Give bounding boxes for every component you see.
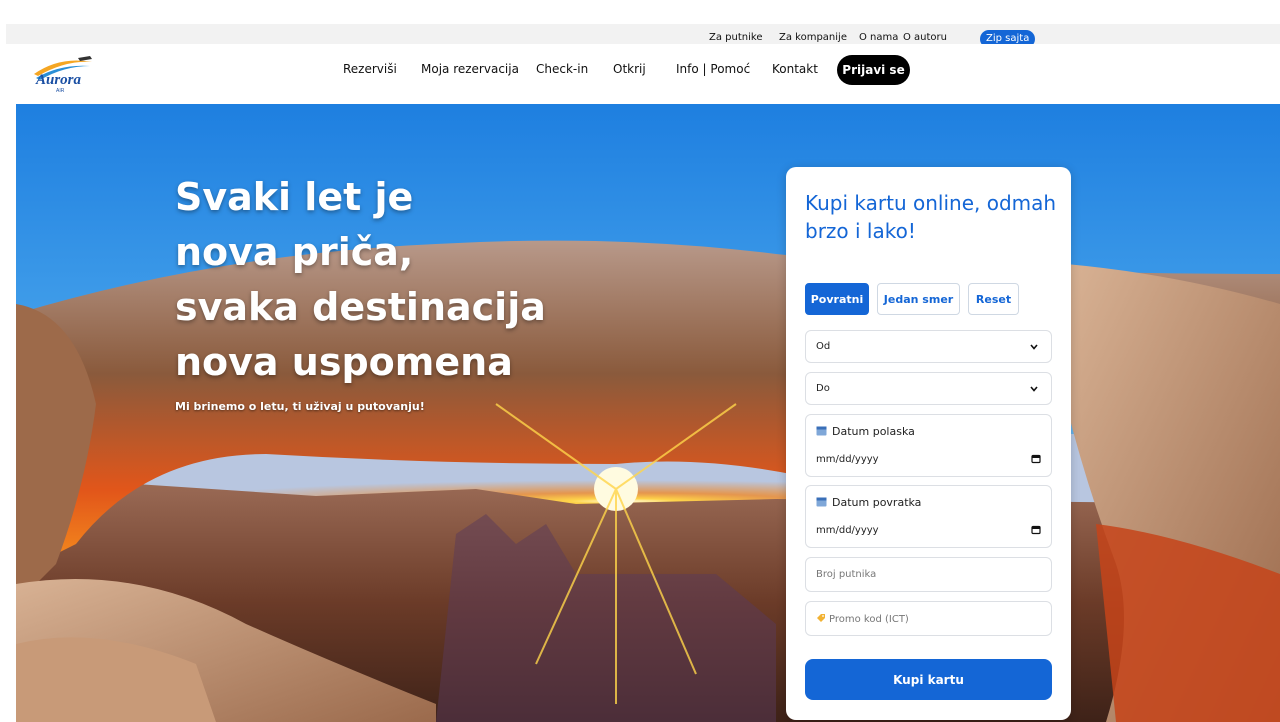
from-select[interactable]: Od — [805, 330, 1052, 363]
utility-link-o-nama[interactable]: O nama — [859, 32, 898, 43]
booking-card: Kupi kartu online, odmah brzo i lako! Po… — [786, 167, 1071, 720]
logo-text: Aurora — [35, 72, 82, 88]
aurora-air-logo[interactable]: Aurora AIR — [30, 52, 96, 94]
promo-placeholder: Promo kod (ICT) — [816, 613, 909, 625]
calendar-icon — [816, 497, 827, 507]
headline-line-3: svaka destinacija — [175, 285, 546, 329]
logo-subtext: AIR — [56, 88, 65, 94]
tab-round-trip[interactable]: Povratni — [805, 283, 869, 315]
date-picker-icon[interactable] — [1031, 525, 1041, 535]
departure-date-input[interactable]: mm/dd/yyyy — [816, 454, 879, 465]
promo-code-input[interactable]: Promo kod (ICT) — [805, 601, 1052, 636]
hero-subline: Mi brinemo o letu, ti uživaj u putovanju… — [175, 400, 425, 413]
tag-icon — [817, 614, 825, 622]
main-navigation: Aurora AIR Rezerviši Moja rezervacija Ch… — [0, 44, 1280, 104]
departure-date-label: Datum polaska — [816, 425, 915, 438]
hero-section: Svaki let je nova priča, svaka destinaci… — [16, 104, 1280, 722]
promo-placeholder-text: Promo kod (ICT) — [829, 614, 909, 625]
passengers-placeholder: Broj putnika — [816, 569, 877, 580]
nav-item-info-pomoc[interactable]: Info | Pomoć — [676, 62, 750, 76]
utility-link-za-kompanije[interactable]: Za kompanije — [779, 32, 847, 43]
headline-line-2: nova priča, — [175, 230, 414, 274]
chevron-down-icon — [1030, 386, 1038, 392]
passengers-input[interactable]: Broj putnika — [805, 557, 1052, 592]
date-picker-icon[interactable] — [1031, 454, 1041, 464]
to-select-value: Do — [816, 383, 830, 394]
tab-one-way[interactable]: Jedan smer — [877, 283, 960, 315]
utility-link-za-putnike[interactable]: Za putnike — [709, 32, 762, 43]
from-select-value: Od — [816, 341, 831, 352]
to-select[interactable]: Do — [805, 372, 1052, 405]
nav-item-rezervisi[interactable]: Rezerviši — [343, 62, 397, 76]
nav-item-otkrij[interactable]: Otkrij — [613, 62, 646, 76]
hero-headline: Svaki let je nova priča, svaka destinaci… — [175, 170, 595, 390]
nav-item-moja-rezervacija[interactable]: Moja rezervacija — [421, 62, 519, 76]
logo-airplane-icon: Aurora AIR — [34, 56, 92, 94]
headline-line-4: nova uspomena — [175, 340, 513, 384]
utility-bar: Za putnike Za kompanije O nama O autoru … — [0, 0, 1280, 56]
nav-item-check-in[interactable]: Check-in — [536, 62, 588, 76]
buy-ticket-button[interactable]: Kupi kartu — [805, 659, 1052, 700]
return-date-input[interactable]: mm/dd/yyyy — [816, 525, 879, 536]
calendar-icon — [816, 426, 827, 436]
nav-item-kontakt[interactable]: Kontakt — [772, 62, 818, 76]
login-button[interactable]: Prijavi se — [837, 55, 910, 85]
return-date-label-text: Datum povratka — [832, 496, 922, 509]
chevron-down-icon — [1030, 344, 1038, 350]
return-date-field: Datum povratka mm/dd/yyyy — [805, 485, 1052, 548]
booking-title: Kupi kartu online, odmah brzo i lako! — [805, 191, 1057, 243]
return-date-label: Datum povratka — [816, 496, 921, 509]
reset-button[interactable]: Reset — [968, 283, 1019, 315]
utility-link-o-autoru[interactable]: O autoru — [903, 32, 947, 43]
departure-date-field: Datum polaska mm/dd/yyyy — [805, 414, 1052, 477]
headline-line-1: Svaki let je — [175, 175, 414, 219]
departure-date-label-text: Datum polaska — [832, 425, 915, 438]
